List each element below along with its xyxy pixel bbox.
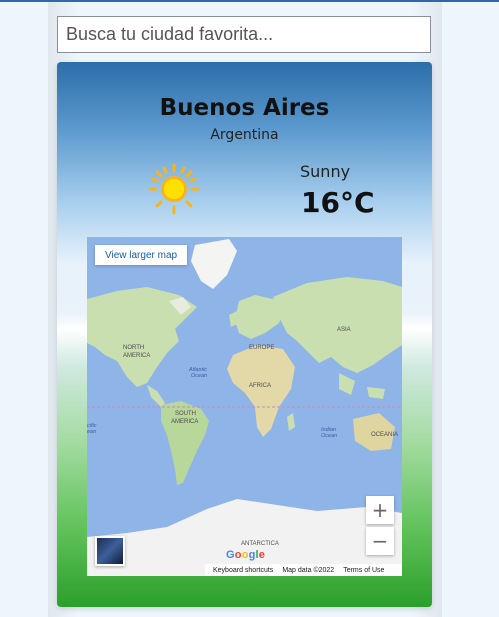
map-attribution: Keyboard shortcuts Map data ©2022 Terms …	[205, 564, 402, 576]
svg-text:ean: ean	[87, 429, 96, 435]
country-name: Argentina	[210, 127, 279, 143]
zoom-out-button[interactable]: −	[366, 527, 394, 555]
svg-text:EUROPE: EUROPE	[249, 345, 274, 351]
world-map[interactable]: NORTH AMERICA EUROPE AFRICA ASIA SOUTH A…	[87, 237, 402, 576]
map-data-text: Map data ©2022	[282, 566, 335, 574]
africa-shape	[227, 345, 295, 437]
svg-text:ANTARCTICA: ANTARCTICA	[241, 541, 279, 547]
weather-condition: Sunny	[300, 162, 351, 181]
greenland-shape	[191, 239, 237, 289]
svg-text:AMERICA: AMERICA	[171, 419, 198, 425]
terms-of-use-link[interactable]: Terms of Use	[343, 567, 384, 574]
satellite-toggle-thumbnail[interactable]	[95, 536, 125, 566]
city-search-input[interactable]	[57, 16, 431, 53]
view-larger-map-button[interactable]: View larger map	[95, 245, 188, 265]
svg-text:AFRICA: AFRICA	[249, 383, 271, 389]
svg-text:AMERICA: AMERICA	[123, 353, 150, 359]
city-name: Buenos Aires	[159, 95, 330, 121]
asia-shape	[273, 277, 402, 373]
svg-text:OCEANIA: OCEANIA	[371, 432, 398, 438]
google-logo: Google	[226, 549, 266, 561]
svg-text:ASIA: ASIA	[337, 327, 351, 333]
svg-text:Ocean: Ocean	[321, 433, 337, 439]
zoom-in-button[interactable]: +	[366, 496, 394, 524]
svg-text:SOUTH: SOUTH	[175, 411, 196, 417]
temperature: 16°C	[301, 186, 375, 219]
sun-icon	[148, 163, 200, 215]
map-canvas: NORTH AMERICA EUROPE AFRICA ASIA SOUTH A…	[87, 239, 402, 576]
svg-text:Ocean: Ocean	[191, 373, 207, 379]
keyboard-shortcuts-link[interactable]: Keyboard shortcuts	[213, 567, 273, 574]
svg-text:NORTH: NORTH	[123, 345, 144, 351]
